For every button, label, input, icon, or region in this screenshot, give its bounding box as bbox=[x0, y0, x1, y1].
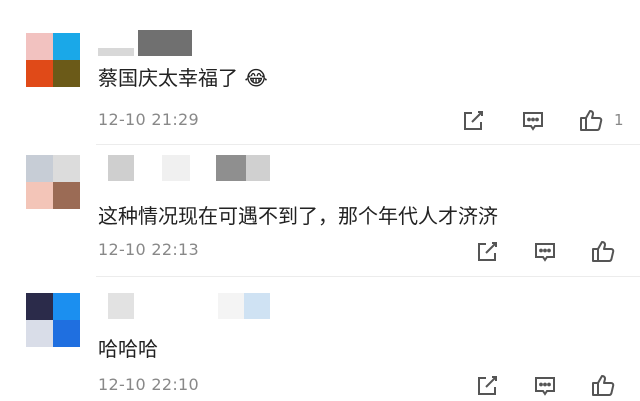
like-count: 1 bbox=[614, 111, 624, 129]
thumbs-up-icon[interactable] bbox=[590, 372, 616, 398]
mask-block bbox=[216, 155, 246, 181]
avatar-quadrant bbox=[53, 320, 80, 347]
avatar-quadrant bbox=[53, 182, 80, 209]
avatar-quadrant bbox=[53, 293, 80, 320]
avatar-quadrant bbox=[26, 33, 53, 60]
comment-item: 蔡国庆太幸福了 😂 12-10 21:29 1 bbox=[0, 0, 640, 145]
avatar-quadrant bbox=[26, 155, 53, 182]
comment-timestamp: 12-10 21:29 bbox=[98, 110, 199, 129]
comment-timestamp: 12-10 22:10 bbox=[98, 375, 199, 394]
username-masked[interactable] bbox=[108, 293, 274, 319]
avatar-quadrant bbox=[26, 293, 53, 320]
comment-icon[interactable] bbox=[520, 108, 546, 134]
comment-item: 哈哈哈 12-10 22:10 bbox=[0, 277, 640, 401]
comment-icon[interactable] bbox=[532, 373, 558, 399]
mask-block bbox=[98, 48, 134, 56]
avatar[interactable] bbox=[26, 33, 80, 87]
thumbs-up-icon[interactable] bbox=[590, 238, 616, 264]
mask-block bbox=[162, 155, 190, 181]
mask-block bbox=[108, 293, 134, 319]
avatar-quadrant bbox=[53, 155, 80, 182]
username-masked[interactable] bbox=[108, 155, 274, 181]
mask-block bbox=[108, 155, 134, 181]
mask-block bbox=[218, 293, 244, 319]
avatar[interactable] bbox=[26, 293, 80, 347]
comment-icon[interactable] bbox=[532, 239, 558, 265]
thumbs-up-icon[interactable] bbox=[578, 107, 604, 133]
share-icon[interactable] bbox=[474, 239, 500, 265]
avatar-quadrant bbox=[26, 320, 53, 347]
avatar-quadrant bbox=[26, 60, 53, 87]
avatar-quadrant bbox=[26, 182, 53, 209]
mask-block bbox=[244, 293, 270, 319]
username-masked[interactable] bbox=[98, 30, 196, 56]
comment-text: 蔡国庆太幸福了 😂 bbox=[98, 66, 268, 90]
share-icon[interactable] bbox=[474, 373, 500, 399]
comment-timestamp: 12-10 22:13 bbox=[98, 240, 199, 259]
avatar[interactable] bbox=[26, 155, 80, 209]
comment-text: 哈哈哈 bbox=[98, 337, 158, 361]
avatar-quadrant bbox=[53, 33, 80, 60]
comment-item: 这种情况现在可遇不到了，那个年代人才济济 12-10 22:13 bbox=[0, 145, 640, 277]
mask-block bbox=[138, 30, 192, 56]
avatar-quadrant bbox=[53, 60, 80, 87]
share-icon[interactable] bbox=[460, 108, 486, 134]
mask-block bbox=[246, 155, 270, 181]
comment-text: 这种情况现在可遇不到了，那个年代人才济济 bbox=[98, 204, 498, 228]
